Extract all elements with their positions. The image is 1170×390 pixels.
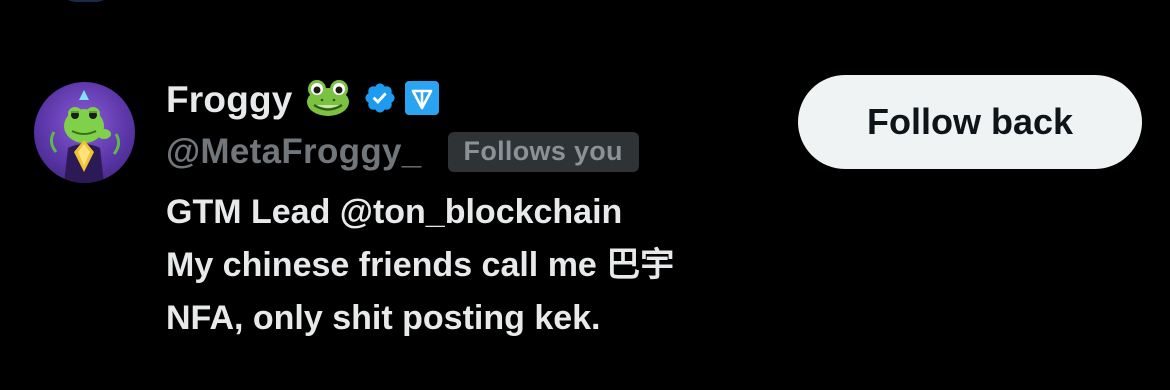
user-bio: GTM Lead @ton_blockchain My chinese frie… — [166, 186, 674, 345]
bio-line: NFA, only shit posting kek. — [166, 299, 601, 337]
frog-face-emoji-icon — [305, 78, 351, 123]
bio-line: My chinese friends call me 巴宇 — [166, 246, 675, 284]
follows-you-badge: Follows you — [447, 132, 639, 172]
handle-row: @MetaFroggy_ Follows you — [166, 130, 639, 174]
name-row: Froggy — [166, 78, 439, 122]
follow-back-button[interactable]: Follow back — [798, 75, 1142, 169]
ton-logo-icon[interactable] — [404, 80, 439, 120]
bio-line: GTM Lead @ton_blockchain — [166, 193, 623, 231]
user-handle[interactable]: @MetaFroggy_ — [166, 132, 422, 172]
user-cell[interactable]: Froggy @MetaFroggy_ Follows you GTM Lead… — [0, 60, 1170, 360]
avatar[interactable] — [34, 82, 135, 183]
previous-avatar-edge — [60, 0, 112, 2]
verified-badge-icon[interactable] — [363, 81, 397, 120]
display-name[interactable]: Froggy — [166, 79, 293, 121]
frog-avatar-image — [49, 90, 121, 183]
